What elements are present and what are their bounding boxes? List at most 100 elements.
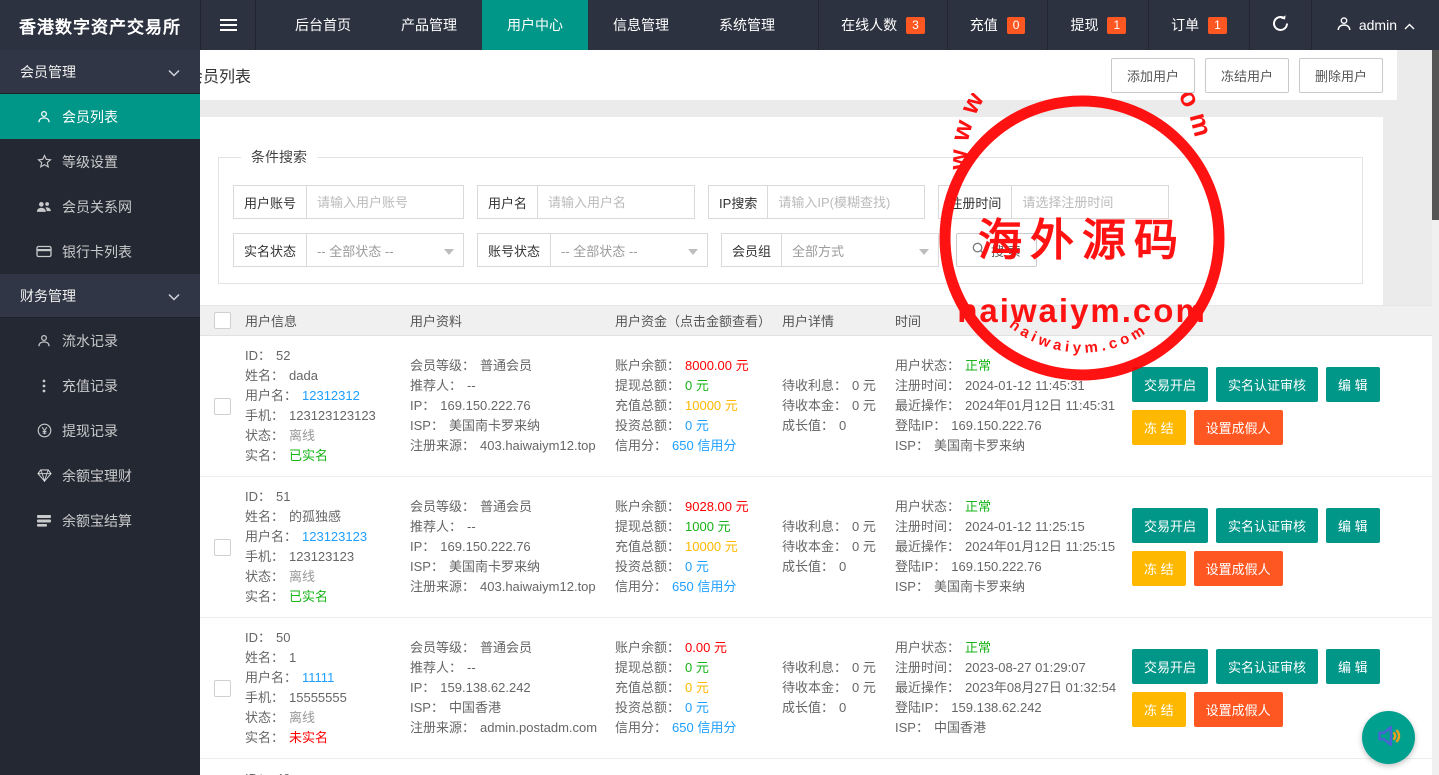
realname-status: 已实名 [289,448,329,463]
withdraw-count-badge: 1 [1107,16,1127,34]
regtime-input[interactable] [1011,185,1170,219]
users-icon [36,200,52,214]
edit-button[interactable]: 编 辑 [1326,367,1380,402]
withdraw-amount[interactable]: 0 元 [685,378,709,393]
username-link[interactable]: 12312312 [302,388,360,403]
hamburger-menu-icon[interactable] [200,0,256,50]
stat-recharge[interactable]: 充值 0 [946,0,1048,50]
stat-orders[interactable]: 订单 1 [1148,0,1249,50]
table-row: ID：49 姓名：黄挑挑 用户名： 手机： 状态： 实名： 会员等级：普通会员 … [200,759,1432,775]
member-group-select[interactable]: 全部方式 [781,233,940,267]
kyc-review-button[interactable]: 实名认证审核 [1216,508,1319,543]
sidebar-group-members[interactable]: 会员管理 [0,50,200,94]
search-field-member-group: 会员组 全部方式 [721,233,940,267]
stat-online[interactable]: 在线人数 3 [818,0,947,50]
balance-amount[interactable]: 8000.00 元 [685,358,749,373]
sidebar-item-yuebao-settle[interactable]: 余额宝结算 [0,498,200,543]
sidebar: 会员管理 会员列表 等级设置 会员关系网 银行卡列表 财务管理 流水记录 充值记… [0,50,200,775]
top-menu: 后台首页 产品管理 用户中心 信息管理 系统管理 [270,0,800,50]
freeze-button[interactable]: 冻 结 [1132,692,1186,727]
sidebar-item-withdraw-records[interactable]: 提现记录 [0,408,200,453]
invest-amount[interactable]: 0 元 [685,418,709,433]
top-menu-info[interactable]: 信息管理 [588,0,694,50]
recharge-amount[interactable]: 10000 元 [685,398,738,413]
recharge-amount[interactable]: 0 元 [685,680,709,695]
sidebar-item-member-list[interactable]: 会员列表 [0,94,200,139]
top-menu-home[interactable]: 后台首页 [270,0,376,50]
user-icon [36,110,52,124]
row-checkbox[interactable] [214,679,231,697]
credit-score[interactable]: 650 信用分 [672,720,736,735]
sidebar-group-finance[interactable]: 财务管理 [0,274,200,318]
vertical-scrollbar[interactable] [1432,50,1439,775]
select-all-checkbox[interactable] [214,312,231,329]
freeze-user-button[interactable]: 冻结用户 [1204,57,1289,93]
username-link[interactable]: 11111 [302,670,334,685]
set-fake-button[interactable]: 设置成假人 [1193,410,1283,445]
scrollbar-thumb[interactable] [1432,50,1439,220]
set-fake-button[interactable]: 设置成假人 [1193,692,1283,727]
freeze-button[interactable]: 冻 结 [1132,410,1186,445]
search-legend: 条件搜索 [251,149,307,165]
top-menu-system[interactable]: 系统管理 [694,0,800,50]
add-user-button[interactable]: 添加用户 [1110,57,1195,93]
kyc-review-button[interactable]: 实名认证审核 [1216,649,1319,684]
refresh-button[interactable] [1248,0,1311,50]
row-checkbox[interactable] [214,397,231,415]
account-input[interactable] [306,185,465,219]
sidebar-item-bank-cards[interactable]: 银行卡列表 [0,229,200,274]
order-count-badge: 1 [1208,16,1227,34]
account-status-select[interactable]: -- 全部状态 -- [550,233,709,267]
credit-score[interactable]: 650 信用分 [672,438,736,453]
withdraw-amount[interactable]: 1000 元 [685,519,731,534]
layers-icon [36,514,52,527]
row-checkbox[interactable] [214,538,231,556]
app-logo: 香港数字资产交易所 [19,17,181,37]
username-link[interactable]: 123123123 [302,529,367,544]
star-icon [36,154,52,169]
user-menu[interactable]: admin [1310,0,1439,50]
topbar: 香港数字资产交易所 后台首页 产品管理 用户中心 信息管理 系统管理 在线人数 … [0,0,1439,50]
recharge-amount[interactable]: 10000 元 [685,539,738,554]
trade-toggle-button[interactable]: 交易开启 [1132,367,1209,402]
table-row: ID： 51 姓名： 的孤独感 用户名： 123123123 手机： 123123123… [200,477,1432,618]
table-header: 用户信息 用户资料 用户资金（点击金额查看） 用户详情 时间 [200,305,1432,336]
edit-button[interactable]: 编 辑 [1326,649,1380,684]
table-row: ID： 50 姓名： 1 用户名： 11111 手机： 15555555 状态： 离线 实… [200,618,1432,759]
delete-user-button[interactable]: 删除用户 [1298,57,1383,93]
search-panel: 条件搜索 用户账号 用户名 IP搜索 注册时间 [200,117,1383,305]
search-button[interactable]: 搜 索 [956,233,1037,267]
top-menu-user-center[interactable]: 用户中心 [482,0,588,50]
ip-input[interactable] [767,185,926,219]
gem-icon [36,469,52,482]
sidebar-item-recharge-records[interactable]: 充值记录 [0,363,200,408]
sidebar-item-transaction-log[interactable]: 流水记录 [0,318,200,363]
set-fake-button[interactable]: 设置成假人 [1193,551,1283,586]
balance-amount[interactable]: 9028.00 元 [685,499,749,514]
withdraw-amount[interactable]: 0 元 [685,660,709,675]
invest-amount[interactable]: 0 元 [685,559,709,574]
stat-withdraw[interactable]: 提现 1 [1047,0,1148,50]
page-title: 会员列表 [200,69,252,86]
announcement-button[interactable] [1362,711,1415,764]
sidebar-item-member-network[interactable]: 会员关系网 [0,184,200,229]
sidebar-item-level-settings[interactable]: 等级设置 [0,139,200,184]
invest-amount[interactable]: 0 元 [685,700,709,715]
credit-score[interactable]: 650 信用分 [672,579,736,594]
user-status: 正常 [965,499,992,514]
edit-button[interactable]: 编 辑 [1326,508,1380,543]
chevron-down-icon [919,249,930,255]
balance-amount[interactable]: 0.00 元 [685,640,727,655]
sidebar-item-yuebao-invest[interactable]: 余额宝理财 [0,453,200,498]
recharge-count-badge: 0 [1006,16,1026,34]
username-input[interactable] [537,185,696,219]
realname-status-select[interactable]: -- 全部状态 -- [306,233,465,267]
trade-toggle-button[interactable]: 交易开启 [1132,508,1209,543]
trade-toggle-button[interactable]: 交易开启 [1132,649,1209,684]
realname-status: 已实名 [289,589,329,604]
kyc-review-button[interactable]: 实名认证审核 [1216,367,1319,402]
chevron-down-icon [168,288,180,304]
freeze-button[interactable]: 冻 结 [1132,551,1186,586]
online-count-badge: 3 [906,16,925,34]
top-menu-products[interactable]: 产品管理 [376,0,482,50]
